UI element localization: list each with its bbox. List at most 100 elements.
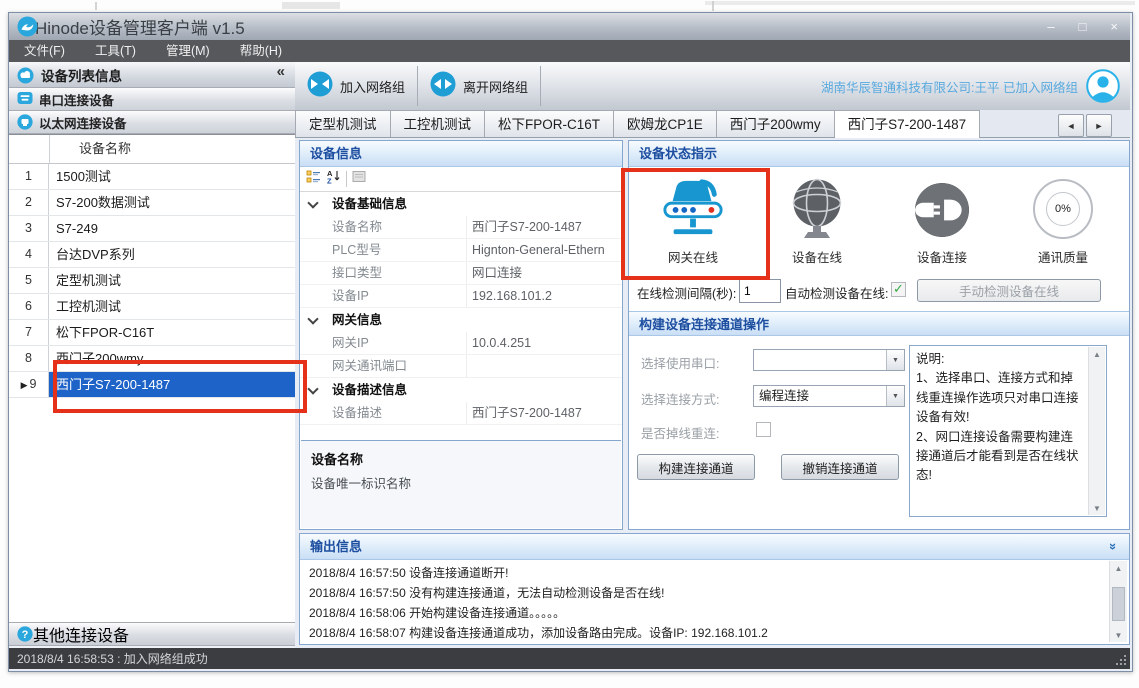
maximize-button[interactable]: □ xyxy=(1079,13,1087,40)
scroll-down-icon[interactable]: ▼ xyxy=(1110,628,1127,642)
section-other-label: 其他连接设备 xyxy=(33,622,129,646)
quality-value: 0% xyxy=(1046,192,1080,226)
property-description-text: 设备唯一标识名称 xyxy=(311,473,611,492)
property-row[interactable]: 网关通讯端口 xyxy=(300,355,622,378)
serial-select-combobox[interactable]: ▼ xyxy=(753,349,905,371)
table-row[interactable]: 7松下FPOR-C16T xyxy=(9,320,295,346)
chevron-down-icon[interactable]: ▼ xyxy=(886,350,904,370)
toolbar-separator xyxy=(540,66,541,106)
collapse-output-icon[interactable]: » xyxy=(1101,543,1126,550)
cloud-icon xyxy=(17,67,33,83)
status-message: 2018/8/4 16:58:53 : 加入网络组成功 xyxy=(17,650,208,667)
tab-device[interactable]: 西门子200wmy xyxy=(717,110,835,137)
property-row[interactable]: 设备IP192.168.101.2 xyxy=(300,285,622,308)
table-row[interactable]: 4台达DVP系列 xyxy=(9,242,295,268)
manual-detect-button[interactable]: 手动检测设备在线 xyxy=(917,279,1101,302)
table-row[interactable]: 6工控机测试 xyxy=(9,294,295,320)
menu-file[interactable]: 文件(F) xyxy=(9,40,80,62)
connect-mode-combobox[interactable]: 编程连接 ▼ xyxy=(753,385,905,407)
device-table: 设备名称 11500测试 2S7-200数据测试 3S7-249 4台达DVP系… xyxy=(9,134,295,622)
menu-tools[interactable]: 工具(T) xyxy=(80,40,151,62)
minimize-button[interactable]: – xyxy=(1047,13,1054,40)
indicator-gateway-online: 网关在线 xyxy=(633,173,753,266)
leave-network-group-button[interactable]: 离开网络组 xyxy=(418,66,540,106)
table-row[interactable]: 3S7-249 xyxy=(9,216,295,242)
table-row[interactable]: 2S7-200数据测试 xyxy=(9,190,295,216)
property-description-title: 设备名称 xyxy=(311,449,611,468)
indicator-device-online: 设备在线 xyxy=(757,173,877,266)
title-bar: Hinode设备管理客户端 v1.5 – □ × xyxy=(9,13,1130,41)
note-line: 说明: xyxy=(916,350,1084,369)
tab-scroll-right-button[interactable]: ► xyxy=(1086,114,1112,137)
close-button[interactable]: × xyxy=(1110,13,1118,40)
table-row[interactable]: 8西门子200wmy xyxy=(9,346,295,372)
device-name-column-header: 设备名称 xyxy=(79,135,131,163)
scroll-down-icon[interactable]: ▼ xyxy=(1089,501,1105,515)
property-row[interactable]: 设备描述西门子S7-200-1487 xyxy=(300,402,622,425)
category-basic-info[interactable]: 设备基础信息 xyxy=(300,192,622,216)
log-line: 2018/8/4 16:58:06 开始构建设备连接通道。。。。。 xyxy=(301,603,1108,623)
category-gateway-info[interactable]: 网关信息 xyxy=(300,308,622,332)
reconnect-checkbox[interactable] xyxy=(756,422,771,437)
section-other-devices[interactable]: ? 其他连接设备 xyxy=(9,622,295,646)
scrollbar-thumb[interactable] xyxy=(1112,587,1125,621)
section-ethernet-devices[interactable]: 以太网连接设备 xyxy=(9,111,295,134)
quality-gauge: 0% xyxy=(1033,173,1093,239)
output-log: 2018/8/4 16:57:50 设备连接通道断开! 2018/8/4 16:… xyxy=(301,560,1128,643)
leave-group-icon xyxy=(430,71,456,102)
sidebar-collapse-button[interactable]: « xyxy=(277,63,285,80)
table-row-selected[interactable]: ▶9 西门子S7-200-1487 xyxy=(9,372,295,398)
network-toolbar: 加入网络组 离开网络组 湖南华辰智通科技有限公司:王平 已加入网络组 xyxy=(295,62,1130,111)
tab-scroll-left-button[interactable]: ◄ xyxy=(1058,114,1084,137)
note-scrollbar[interactable]: ▲ ▼ xyxy=(1088,347,1105,515)
tab-device[interactable]: 松下FPOR-C16T xyxy=(485,110,614,137)
log-scrollbar[interactable]: ▲ ▼ xyxy=(1109,561,1127,642)
revoke-channel-button[interactable]: 撤销连接通道 xyxy=(781,454,899,480)
user-avatar-icon[interactable] xyxy=(1086,69,1120,108)
tab-device[interactable]: 欧姆龙CP1E xyxy=(614,110,717,137)
property-pages-icon xyxy=(352,170,366,188)
indicator-comm-quality: 0% 通讯质量 xyxy=(1003,173,1123,266)
table-row[interactable]: 5定型机测试 xyxy=(9,268,295,294)
note-line: 1、选择串口、连接方式和掉线重连操作选项只对串口连接设备有效! xyxy=(916,369,1084,427)
build-channel-button[interactable]: 构建连接通道 xyxy=(637,454,755,480)
property-row[interactable]: PLC型号Hignton-General-Ethern xyxy=(300,239,622,262)
section-ethernet-label: 以太网连接设备 xyxy=(39,113,127,132)
chevron-down-icon[interactable]: ▼ xyxy=(886,386,904,406)
device-list-title: 设备列表信息 xyxy=(41,65,122,85)
online-detect-row: 在线检测间隔(秒): 自动检测设备在线: ✓ 手动检测设备在线 xyxy=(629,279,1131,307)
join-network-group-button[interactable]: 加入网络组 xyxy=(295,66,417,106)
menu-manage[interactable]: 管理(M) xyxy=(151,40,225,62)
tab-device[interactable]: 定型机测试 xyxy=(295,110,391,137)
auto-detect-label: 自动检测设备在线: xyxy=(785,283,888,302)
section-serial-devices[interactable]: 串口连接设备 xyxy=(9,88,295,111)
serial-select-label: 选择使用串口: xyxy=(641,353,719,372)
svg-text:?: ? xyxy=(22,629,29,641)
tab-device-active[interactable]: 西门子S7-200-1487 xyxy=(835,110,981,138)
menu-help[interactable]: 帮助(H) xyxy=(225,40,297,62)
property-description-box: 设备名称 设备唯一标识名称 xyxy=(301,440,621,528)
globe-icon xyxy=(788,173,846,239)
scroll-up-icon[interactable]: ▲ xyxy=(1110,561,1127,575)
log-line: 2018/8/4 16:57:50 没有构建连接通道，无法自动检测设备是否在线! xyxy=(301,583,1108,603)
serial-port-icon xyxy=(17,91,33,107)
section-serial-label: 串口连接设备 xyxy=(39,90,114,109)
category-description-info[interactable]: 设备描述信息 xyxy=(300,378,622,402)
interval-input[interactable] xyxy=(739,279,781,303)
check-icon: ✓ xyxy=(893,282,904,295)
tab-device[interactable]: 工控机测试 xyxy=(391,110,486,137)
device-status-header: 设备状态指示 xyxy=(629,141,1129,167)
screen: Hinode设备管理客户端 v1.5 – □ × 文件(F) 工具(T) 管理(… xyxy=(0,0,1139,688)
auto-detect-checkbox[interactable]: ✓ xyxy=(891,282,906,297)
user-status-text: 湖南华辰智通科技有限公司:王平 已加入网络组 xyxy=(821,62,1078,110)
alphabetical-sort-icon[interactable]: A Z xyxy=(326,169,341,189)
resize-grip[interactable] xyxy=(1114,653,1127,666)
table-row[interactable]: 11500测试 xyxy=(9,164,295,190)
app-logo-icon xyxy=(17,16,38,42)
property-row[interactable]: 网关IP10.0.4.251 xyxy=(300,332,622,355)
property-row[interactable]: 接口类型网口连接 xyxy=(300,262,622,285)
categorized-view-icon[interactable] xyxy=(306,169,321,189)
scroll-up-icon[interactable]: ▲ xyxy=(1089,347,1105,361)
device-info-panel: 设备信息 A Z 设备基础信息 设备名称西门子S7 xyxy=(299,140,623,530)
property-row[interactable]: 设备名称西门子S7-200-1487 xyxy=(300,216,622,239)
